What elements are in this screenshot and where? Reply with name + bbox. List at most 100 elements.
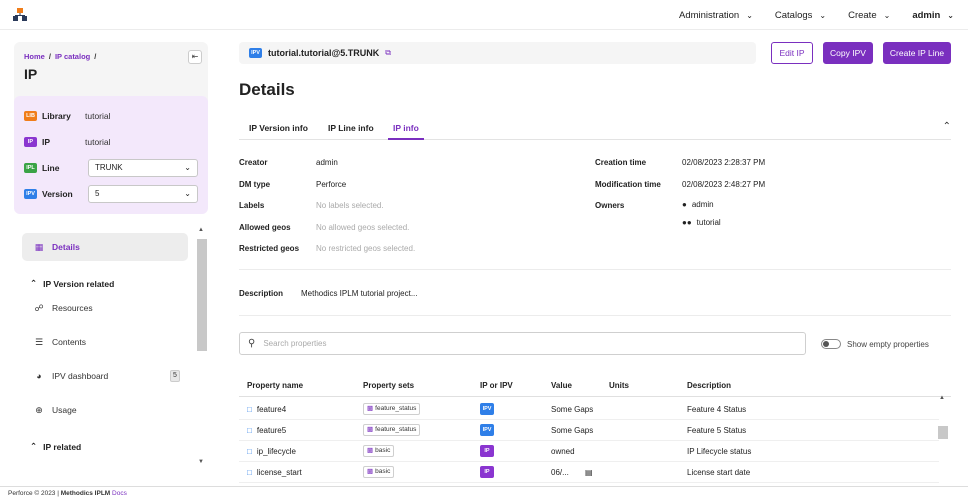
tab-ip-info[interactable]: IP info: [388, 123, 424, 140]
create-ip-line-button[interactable]: Create IP Line: [883, 42, 951, 64]
column-header[interactable]: Value: [551, 381, 572, 390]
grid-icon: ▦: [34, 241, 44, 252]
column-header[interactable]: Units: [609, 381, 629, 390]
chevron-down-icon: ⌄: [819, 10, 827, 20]
table-row[interactable]: □ feature5 ▩ feature_status IPV Some Gaps …: [239, 420, 939, 441]
tab-ip-line-info[interactable]: IP Line info: [328, 123, 374, 140]
set-icon: ▩: [367, 468, 374, 475]
set-icon: ▩: [367, 405, 374, 412]
column-header[interactable]: Property sets: [363, 381, 414, 390]
user-menu[interactable]: admin ⌄: [912, 10, 954, 21]
docs-link[interactable]: Docs: [112, 490, 127, 497]
set-icon: ▩: [367, 447, 374, 454]
menu-catalogs[interactable]: Catalogs ⌄: [775, 10, 826, 21]
collapse-left-icon: ⇤: [191, 52, 199, 61]
ip-value[interactable]: tutorial: [85, 137, 111, 147]
library-badge: LIB: [24, 111, 37, 121]
property-set-chip: ▩ basic: [363, 445, 395, 457]
table-row[interactable]: □ feature4 ▩ feature_status IPV Some Gaps …: [239, 399, 939, 420]
tab-ip-version-info[interactable]: IP Version info: [249, 123, 308, 140]
calendar-icon[interactable]: ▤: [585, 468, 593, 477]
ipv-name: tutorial.tutorial@5.TRUNK: [268, 48, 380, 58]
chevron-down-icon: ⌄: [184, 163, 191, 172]
group-icon: ●●: [682, 218, 692, 227]
type-badge: IPV: [480, 403, 494, 415]
type-badge: IPV: [480, 424, 494, 436]
section-ip-version-related[interactable]: ⌃ IP Version related: [30, 278, 114, 289]
file-icon: □: [247, 426, 252, 435]
collapse-sidebar-button[interactable]: ⇤: [188, 50, 202, 64]
sidebar-item-ipv-dashboard[interactable]: ◕ IPV dashboard 5: [22, 362, 188, 390]
breadcrumb: Home / IP catalog /: [24, 52, 97, 61]
library-row: LIB Library tutorial: [24, 111, 111, 121]
owner-group: ●● tutorial: [682, 218, 721, 227]
section-ip-related[interactable]: ⌃ IP related: [30, 441, 81, 452]
ipv-dashboard-count: 5: [170, 370, 180, 382]
sidebar-item-resources[interactable]: ☍ Resources: [22, 294, 188, 322]
sidebar-scroll-thumb[interactable]: [197, 239, 207, 351]
divider: [239, 269, 951, 270]
page-title: Details: [239, 80, 295, 99]
breadcrumb-home[interactable]: Home: [24, 52, 45, 61]
column-header[interactable]: Description: [687, 381, 731, 390]
app-logo-icon[interactable]: [12, 7, 28, 23]
sidebar-item-details[interactable]: ▦ Details: [22, 233, 188, 261]
properties-table-header: Property name Property sets IP or IPV Va…: [239, 375, 951, 397]
sidebar-item-contents[interactable]: ☰ Contents: [22, 328, 188, 356]
column-header[interactable]: Property name: [247, 381, 303, 390]
table-scroll-thumb[interactable]: [938, 426, 948, 439]
ip-row: IP IP tutorial: [24, 137, 111, 147]
sidebar-scrollbar[interactable]: ▲ ▼: [196, 227, 208, 471]
ip-badge: IP: [24, 137, 37, 147]
table-row[interactable]: □ ip_lifecycle ▩ basic IP owned IP Lifecyc…: [239, 441, 939, 462]
property-set-chip: ▩ basic: [363, 466, 395, 478]
property-set-chip: ▩ feature_status: [363, 424, 421, 436]
scroll-down-icon[interactable]: ▼: [198, 459, 204, 465]
copy-icon[interactable]: ⧉: [385, 48, 391, 58]
top-bar: Administration ⌄ Catalogs ⌄ Create ⌄ admin ⌄: [0, 0, 968, 30]
table-row[interactable]: □ license_start ▩ basic IP 06/... ▤ Licens…: [239, 462, 939, 483]
table-scrollbar[interactable]: ▲: [937, 395, 949, 485]
scroll-up-icon[interactable]: ▲: [198, 227, 204, 233]
breadcrumb-ip-catalog[interactable]: IP catalog: [55, 52, 90, 61]
sidebar-title: IP: [24, 66, 38, 82]
object-info-card: LIB Library tutorial IP IP tutorial IPL …: [14, 96, 208, 214]
ipv-header-bar: IPV tutorial.tutorial@5.TRUNK ⧉: [239, 42, 756, 64]
line-select[interactable]: TRUNK ⌄: [88, 159, 198, 177]
line-badge: IPL: [24, 163, 37, 173]
chevron-down-icon: ⌄: [883, 10, 891, 20]
edit-ip-button[interactable]: Edit IP: [771, 42, 813, 64]
property-set-chip: ▩ feature_status: [363, 403, 421, 415]
chevron-up-icon: ⌃: [30, 441, 38, 451]
version-select[interactable]: 5 ⌄: [88, 185, 198, 203]
crosshair-icon: ⊕: [35, 404, 43, 415]
search-properties-input[interactable]: ⚲ Search properties: [239, 332, 806, 355]
file-icon: □: [247, 468, 252, 477]
chevron-up-icon[interactable]: ⌃: [943, 121, 951, 132]
footer: Perforce © 2023 | Methodics IPLM Docs: [0, 486, 968, 504]
chevron-down-icon: ⌄: [184, 189, 191, 198]
chevron-up-icon: ⌃: [30, 278, 38, 288]
divider: [239, 315, 951, 316]
file-icon: □: [247, 447, 252, 456]
set-icon: ▩: [367, 426, 374, 433]
show-empty-properties-label: Show empty properties: [847, 340, 929, 349]
chevron-down-icon: ⌄: [746, 10, 753, 20]
version-row: IPV Version: [24, 189, 85, 199]
menu-create[interactable]: Create ⌄: [848, 10, 890, 21]
user-icon: ●: [682, 200, 687, 209]
search-icon: ⚲: [248, 338, 256, 349]
show-empty-properties-toggle[interactable]: [821, 339, 841, 349]
file-icon: □: [247, 405, 252, 414]
description-value: Methodics IPLM tutorial project...: [301, 289, 418, 298]
menu-administration[interactable]: Administration ⌄: [679, 10, 753, 21]
library-value[interactable]: tutorial: [85, 111, 111, 121]
sidebar-item-usage[interactable]: ⊕ Usage: [22, 396, 188, 424]
line-row: IPL Line: [24, 163, 85, 173]
main-content: IPV tutorial.tutorial@5.TRUNK ⧉ Edit IP …: [219, 31, 968, 486]
copy-ipv-button[interactable]: Copy IPV: [823, 42, 873, 64]
chevron-down-icon: ⌄: [947, 10, 954, 20]
description-label: Description: [239, 289, 284, 298]
column-header[interactable]: IP or IPV: [480, 381, 513, 390]
scroll-up-icon[interactable]: ▲: [939, 395, 945, 401]
